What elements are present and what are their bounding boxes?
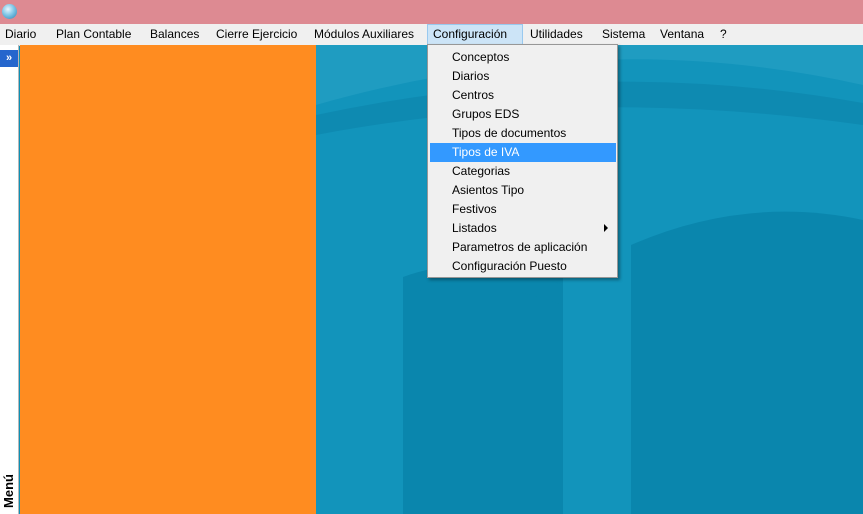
menu-modulos-auxiliares[interactable]: Módulos Auxiliares [309,24,419,45]
menu-utilidades[interactable]: Utilidades [525,24,588,45]
menu-item-tipos-documentos[interactable]: Tipos de documentos [430,124,616,143]
menu-balances[interactable]: Balances [145,24,204,45]
menu-item-asientos-tipo[interactable]: Asientos Tipo [430,181,616,200]
menu-configuracion[interactable]: Configuración [427,24,523,45]
menu-diario[interactable]: Diario [0,24,41,45]
menu-bar: Diario Plan Contable Balances Cierre Eje… [0,24,863,46]
menu-help[interactable]: ? [715,24,732,45]
menu-item-categorias[interactable]: Categorias [430,162,616,181]
side-menu-panel: » Menú [0,45,19,514]
menu-item-centros[interactable]: Centros [430,86,616,105]
menu-plan-contable[interactable]: Plan Contable [51,24,136,45]
app-globe-icon[interactable] [2,4,17,19]
expand-chevron-icon[interactable]: » [0,50,18,67]
menu-item-diarios[interactable]: Diarios [430,67,616,86]
menu-ventana[interactable]: Ventana [655,24,709,45]
menu-item-parametros-aplicacion[interactable]: Parametros de aplicación [430,238,616,257]
menu-sistema[interactable]: Sistema [597,24,650,45]
menu-cierre-ejercicio[interactable]: Cierre Ejercicio [211,24,302,45]
menu-item-listados[interactable]: Listados [430,219,616,238]
configuracion-dropdown-menu: Conceptos Diarios Centros Grupos EDS Tip… [427,44,618,278]
menu-item-festivos[interactable]: Festivos [430,200,616,219]
menu-item-conceptos[interactable]: Conceptos [430,48,616,67]
side-menu-label[interactable]: Menú [1,469,17,513]
orange-content-panel [20,45,316,514]
menu-item-listados-label: Listados [452,221,497,235]
menu-item-tipos-iva[interactable]: Tipos de IVA [430,143,616,162]
menu-item-configuracion-puesto[interactable]: Configuración Puesto [430,257,616,276]
menu-item-grupos-eds[interactable]: Grupos EDS [430,105,616,124]
window-titlebar [0,0,863,24]
submenu-arrow-icon [604,224,608,232]
